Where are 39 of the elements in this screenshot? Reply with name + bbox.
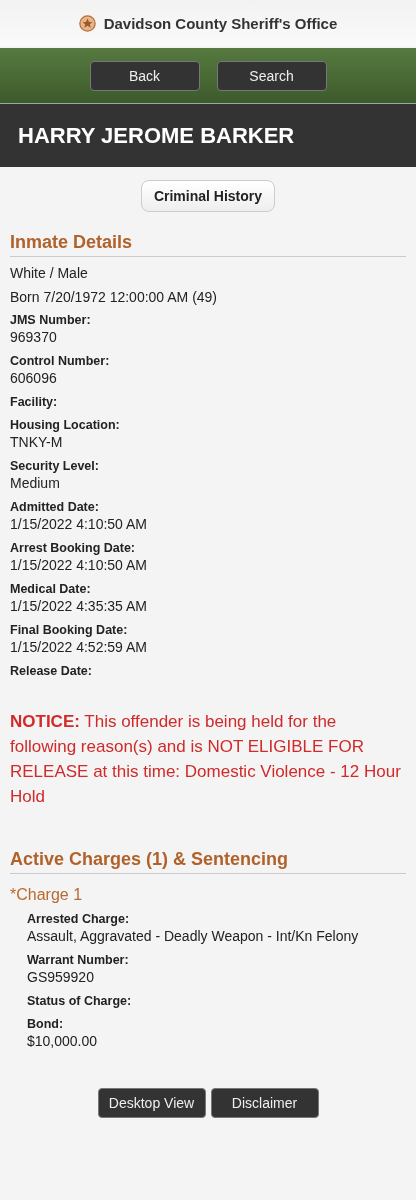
field-value: TNKY-M xyxy=(10,433,64,451)
field-label: Security Level: xyxy=(10,459,100,474)
section-heading: Active Charges (1) & Sentencing xyxy=(10,849,406,874)
field-value: 969370 xyxy=(10,328,58,346)
section-heading: Inmate Details xyxy=(10,232,406,257)
field-value: $10,000.00 xyxy=(27,1032,99,1050)
site-title: Davidson County Sheriff's Office xyxy=(103,14,338,32)
notice-text: NOTICE: This offender is being held for the following reason(s) and is NOT ELIGIBLE FOR RELEASE at this time: Domestic Violence - 12 Hour Hold xyxy=(10,711,402,808)
badge-icon xyxy=(78,14,96,32)
field-value: 1/15/2022 4:52:59 AM xyxy=(10,638,148,656)
inmate-name: HARRY JEROME BARKER xyxy=(18,122,295,149)
field-value: GS959920 xyxy=(27,968,95,986)
field-label: Admitted Date: xyxy=(10,500,100,515)
field-value: Medium xyxy=(10,474,61,492)
field-label: Housing Location: xyxy=(10,418,121,433)
field-label: JMS Number: xyxy=(10,313,92,328)
field-label: Control Number: xyxy=(10,354,111,369)
field-label: Status of Charge: xyxy=(27,994,133,1009)
field-value: 1/15/2022 4:10:50 AM xyxy=(10,556,148,574)
field-value: Assault, Aggravated - Deadly Weapon - Int/Kn Felony xyxy=(27,927,360,945)
footer-button[interactable]: Desktop View xyxy=(97,1088,206,1118)
criminal-history-button[interactable]: Criminal History xyxy=(140,180,276,212)
field-label: Bond: xyxy=(27,1017,65,1032)
field-label: Arrest Booking Date: xyxy=(10,541,137,556)
footer-button[interactable]: Disclaimer xyxy=(210,1088,319,1118)
field-label: Warrant Number: xyxy=(27,953,130,968)
field-value: 606096 xyxy=(10,369,58,387)
field-label: Facility: xyxy=(10,395,59,410)
field-label: Arrested Charge: xyxy=(27,912,131,927)
summary-text: Born 7/20/1972 12:00:00 AM (49) xyxy=(10,289,219,305)
field-value: 1/15/2022 4:10:50 AM xyxy=(10,515,148,533)
charge-title: *Charge 1 xyxy=(10,886,84,904)
summary-text: White / Male xyxy=(10,265,89,281)
field-label: Final Booking Date: xyxy=(10,623,129,638)
field-label: Medical Date: xyxy=(10,582,92,597)
nav-button[interactable]: Search xyxy=(216,60,327,91)
nav-button[interactable]: Back xyxy=(89,60,200,91)
field-value: 1/15/2022 4:35:35 AM xyxy=(10,597,148,615)
field-label: Release Date: xyxy=(10,664,93,679)
